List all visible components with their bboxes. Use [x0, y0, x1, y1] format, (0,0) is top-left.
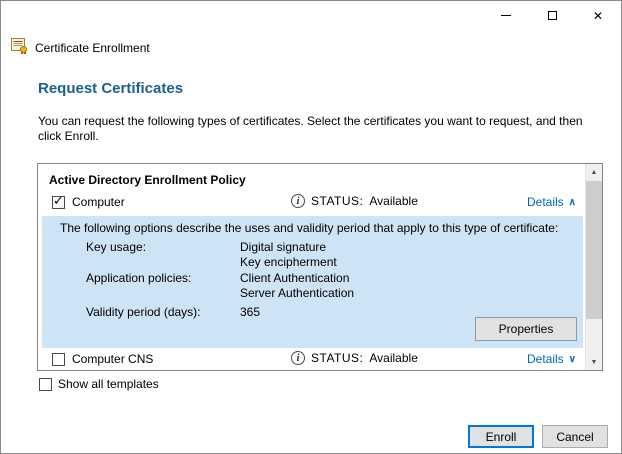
details-link-computer-cns[interactable]: Details ∨ [527, 352, 576, 366]
chevron-up-icon: ∧ [569, 197, 576, 208]
certificate-enrollment-window: ✕ Certificate Enrollment Request Certifi… [0, 0, 622, 454]
status-value: Available [369, 194, 417, 208]
close-button[interactable]: ✕ [575, 1, 621, 30]
template-name: Computer [72, 195, 125, 209]
template-name: Computer CNS [72, 352, 153, 366]
scroll-down-button[interactable]: ▼ [586, 354, 602, 370]
page-title: Request Certificates [38, 80, 183, 97]
details-label: Details [527, 352, 564, 366]
key-usage-label: Key usage: [86, 240, 146, 254]
app-header: Certificate Enrollment [11, 38, 150, 58]
computer-checkbox[interactable]: ✓ [52, 196, 65, 209]
key-usage-value: Digital signature [240, 240, 326, 254]
template-details-area: The following options describe the uses … [42, 216, 583, 348]
status-group: i STATUS: Available [291, 351, 418, 365]
scrollbar-thumb[interactable] [586, 181, 602, 319]
page-intro: You can request the following types of c… [38, 114, 588, 144]
computer-cns-checkbox[interactable] [52, 353, 65, 366]
policy-name: Active Directory Enrollment Policy [49, 173, 246, 187]
template-row-computer: ✓ Computer i STATUS: Available Details ∧ [38, 194, 585, 214]
show-all-templates-checkbox[interactable] [39, 378, 52, 391]
panel-scrollbar[interactable]: ▲ ▼ [585, 164, 602, 370]
minimize-icon [501, 15, 511, 16]
scroll-up-icon: ▲ [591, 169, 598, 176]
cancel-button[interactable]: Cancel [542, 425, 608, 448]
show-all-templates: Show all templates [39, 377, 159, 391]
status-label: STATUS: [311, 351, 363, 365]
properties-button[interactable]: Properties [475, 317, 577, 341]
status-value: Available [369, 351, 417, 365]
scroll-down-icon: ▼ [591, 359, 598, 366]
certificate-icon [11, 38, 28, 58]
minimize-button[interactable] [483, 1, 529, 30]
details-label: Details [527, 195, 564, 209]
template-row-computer-cns: Computer CNS i STATUS: Available Details… [38, 351, 585, 371]
check-icon: ✓ [53, 194, 64, 207]
window-title: Certificate Enrollment [35, 41, 150, 55]
show-all-templates-label: Show all templates [58, 377, 159, 391]
info-icon: i [291, 351, 305, 365]
status-label: STATUS: [311, 194, 363, 208]
enroll-button[interactable]: Enroll [468, 425, 534, 448]
validity-period-value: 365 [240, 305, 260, 319]
details-intro: The following options describe the uses … [60, 221, 558, 235]
key-usage-value: Key encipherment [240, 255, 337, 269]
maximize-icon [548, 11, 557, 20]
info-icon: i [291, 194, 305, 208]
enrollment-policy-panel: Active Directory Enrollment Policy ✓ Com… [37, 163, 603, 371]
details-link-computer[interactable]: Details ∧ [527, 195, 576, 209]
application-policies-value: Server Authentication [240, 286, 354, 300]
maximize-button[interactable] [529, 1, 575, 30]
chevron-down-icon: ∨ [569, 354, 576, 365]
validity-period-label: Validity period (days): [86, 305, 201, 319]
status-group: i STATUS: Available [291, 194, 418, 208]
application-policies-value: Client Authentication [240, 271, 349, 285]
scroll-up-button[interactable]: ▲ [586, 164, 602, 180]
application-policies-label: Application policies: [86, 271, 191, 285]
close-icon: ✕ [593, 10, 603, 22]
caption-buttons: ✕ [483, 1, 621, 30]
titlebar: ✕ [1, 1, 621, 31]
